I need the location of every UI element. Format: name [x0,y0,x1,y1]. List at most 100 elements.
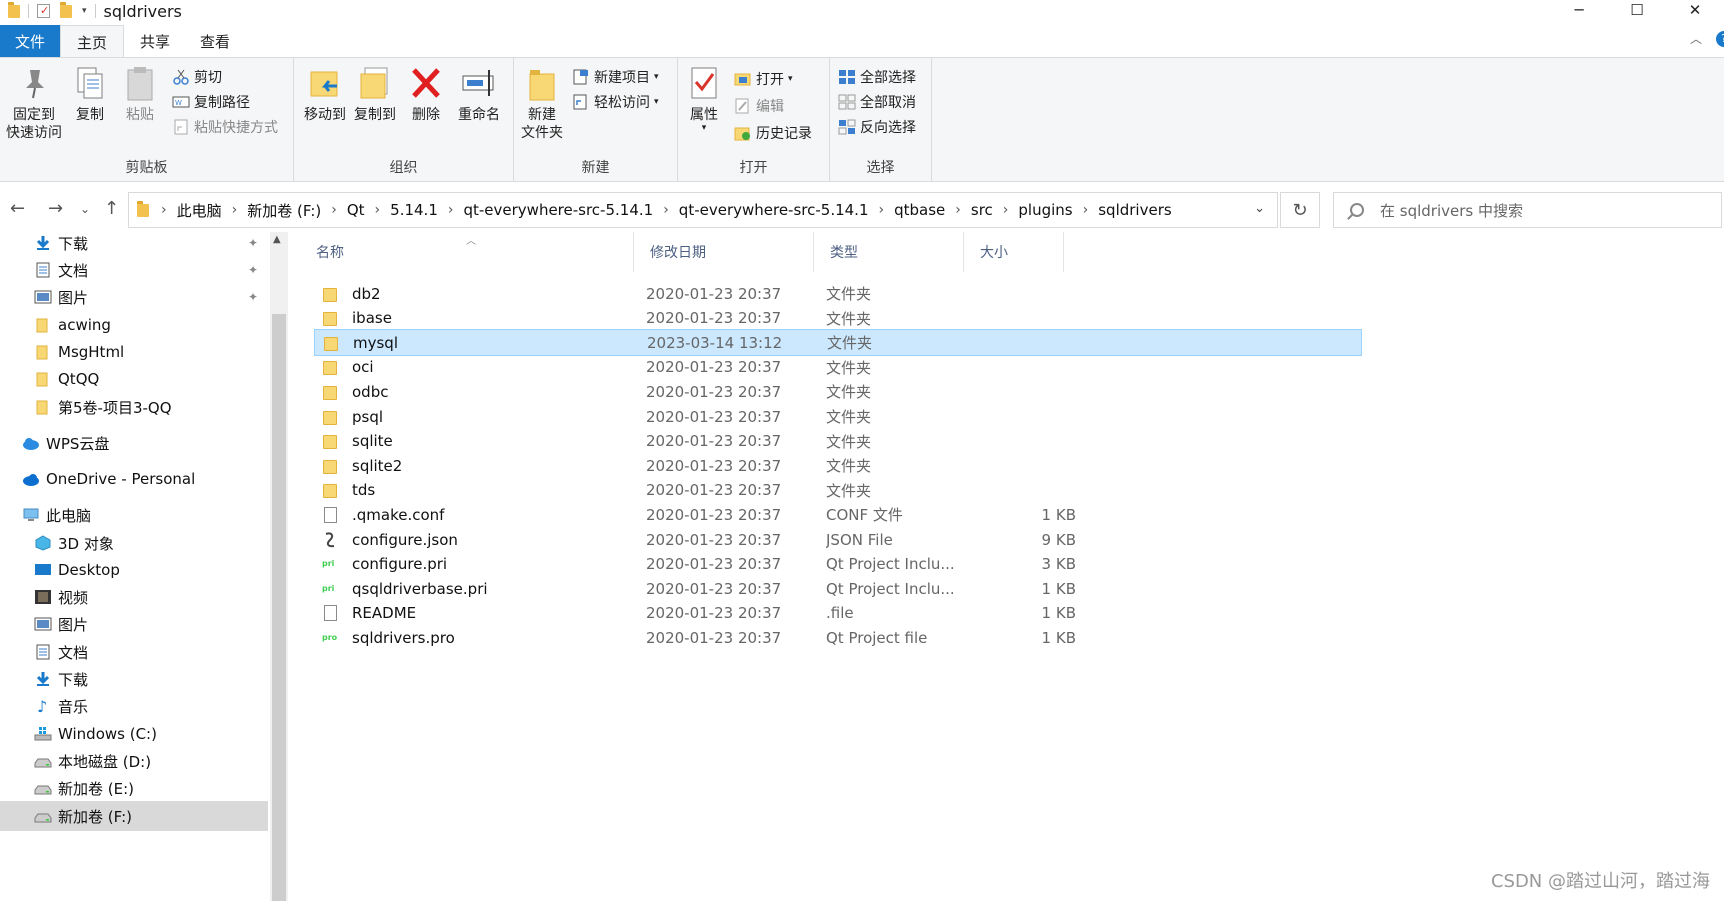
nav-item[interactable]: OneDrive - Personal [0,464,268,494]
customize-quick-access-icon[interactable]: ▾ [82,6,87,16]
chevron-right-icon[interactable]: › [1003,202,1009,218]
breadcrumb-sqldrivers[interactable]: sqldrivers [1098,201,1171,219]
chevron-right-icon[interactable]: › [448,202,454,218]
breadcrumb-src[interactable]: src [971,201,993,219]
file-row[interactable]: oci 2020-01-23 20:37 文件夹 [314,354,1362,381]
chevron-right-icon[interactable]: › [879,202,885,218]
address-bar[interactable]: › 此电脑 › 新加卷 (F:) › Qt › 5.14.1 › qt-ever… [128,192,1278,228]
edit-button[interactable]: 编辑 [734,95,784,117]
delete-button[interactable]: 删除 [406,64,446,124]
chevron-right-icon[interactable]: › [161,202,167,218]
invert-selection-button[interactable]: 反向选择 [838,116,916,138]
scrollbar-thumb[interactable] [272,314,286,901]
file-row[interactable]: sqlite2 2020-01-23 20:37 文件夹 [314,452,1362,479]
copy-to-button[interactable]: 复制到 [350,64,400,124]
nav-item[interactable]: QtQQ [0,364,268,394]
nav-item[interactable]: 此电脑 [0,500,268,530]
close-button[interactable]: ✕ [1666,0,1724,20]
minimize-button[interactable]: ─ [1550,0,1608,20]
refresh-button[interactable]: ↻ [1280,192,1320,228]
nav-item[interactable]: 图片 ✦ [0,282,268,312]
breadcrumb-this-pc[interactable]: 此电脑 [177,200,222,221]
file-row[interactable]: pri configure.pri 2020-01-23 20:37 Qt Proje… [314,551,1362,578]
nav-item[interactable]: WPS云盘 [0,428,268,458]
easy-access-button[interactable]: 轻松访问 ▾ [572,91,659,113]
collapse-ribbon-icon[interactable]: ︿ [1690,30,1702,47]
copy-button[interactable]: 复制 [70,64,110,124]
file-row[interactable]: README 2020-01-23 20:37 .file 1 KB [314,600,1362,627]
breadcrumb-qtbase[interactable]: qtbase [894,201,945,219]
nav-pane-scrollbar[interactable]: ▲ [270,232,288,901]
tab-view[interactable]: 查看 [186,25,244,58]
nav-item[interactable]: Windows (C:) [0,719,268,749]
chevron-right-icon[interactable]: › [331,202,337,218]
file-row[interactable]: sqlite 2020-01-23 20:37 文件夹 [314,428,1362,455]
rename-button[interactable]: 重命名 [454,64,504,124]
address-dropdown-icon[interactable]: ⌄ [1254,201,1265,216]
paste-shortcut-button[interactable]: 粘贴快捷方式 [172,116,278,138]
new-item-button[interactable]: 新建项目 ▾ [572,66,659,88]
nav-item[interactable]: 新加卷 (F:) [0,801,268,831]
file-row[interactable]: pri qsqldriverbase.pri 2020-01-23 20:37 Qt … [314,575,1362,602]
nav-item[interactable]: 视频 [0,582,268,612]
select-all-button[interactable]: 全部选择 [838,66,916,88]
nav-item[interactable]: 文档 [0,637,268,667]
nav-item[interactable]: Desktop [0,555,268,585]
nav-item[interactable]: acwing [0,310,268,340]
column-header-name[interactable]: 名称 ︿ [300,232,634,272]
column-header-date[interactable]: 修改日期 [634,232,814,272]
breadcrumb-plugins[interactable]: plugins [1018,201,1072,219]
tab-share[interactable]: 共享 [124,25,186,58]
breadcrumb-drive-f[interactable]: 新加卷 (F:) [247,200,321,221]
file-row[interactable]: ibase 2020-01-23 20:37 文件夹 [314,305,1362,332]
nav-item[interactable]: 新加卷 (E:) [0,773,268,803]
chevron-right-icon[interactable]: › [663,202,669,218]
file-row[interactable]: configure.json 2020-01-23 20:37 JSON File 9… [314,526,1362,553]
move-to-button[interactable]: 移动到 [300,64,350,124]
chevron-right-icon[interactable]: › [1083,202,1089,218]
nav-item[interactable]: 3D 对象 [0,528,268,558]
select-none-button[interactable]: 全部取消 [838,91,916,113]
breadcrumb-src-outer[interactable]: qt-everywhere-src-5.14.1 [463,201,653,219]
breadcrumb-qt[interactable]: Qt [347,201,365,219]
file-row[interactable]: mysql 2023-03-14 13:12 文件夹 [314,329,1362,357]
history-button[interactable]: 历史记录 [734,122,812,144]
tab-file[interactable]: 文件 [0,25,60,58]
cut-button[interactable]: 剪切 [172,66,222,88]
new-folder-quick-icon[interactable] [60,1,72,18]
back-arrow-icon[interactable]: ← [10,198,25,219]
tab-home[interactable]: 主页 [60,25,125,58]
nav-item[interactable]: MsgHtml [0,337,268,367]
chevron-right-icon[interactable]: › [232,202,238,218]
breadcrumb-src-inner[interactable]: qt-everywhere-src-5.14.1 [679,201,869,219]
chevron-right-icon[interactable]: › [955,202,961,218]
column-header-size[interactable]: 大小 [964,232,1064,272]
nav-item[interactable]: 图片 [0,609,268,639]
file-row[interactable]: db2 2020-01-23 20:37 文件夹 [314,280,1362,307]
file-row[interactable]: tds 2020-01-23 20:37 文件夹 [314,477,1362,504]
nav-item[interactable]: ♪ 音乐 [0,691,268,721]
recent-locations-chevron-icon[interactable]: ⌄ [80,202,90,216]
scroll-up-icon[interactable]: ▲ [273,234,281,245]
file-row[interactable]: psql 2020-01-23 20:37 文件夹 [314,403,1362,430]
file-row[interactable]: pro sqldrivers.pro 2020-01-23 20:37 Qt Proj… [314,624,1362,651]
file-row[interactable]: .qmake.conf 2020-01-23 20:37 CONF 文件 1 KB [314,501,1362,528]
paste-button[interactable]: 粘贴 [120,64,160,124]
copy-path-button[interactable]: W 复制路径 [172,91,250,113]
search-input[interactable]: 在 sqldrivers 中搜索 [1333,192,1722,228]
nav-item[interactable]: 下载 [0,664,268,694]
new-folder-button[interactable]: 新建 文件夹 [520,64,564,142]
nav-item[interactable]: 下载 ✦ [0,228,268,258]
help-icon[interactable]: ? [1716,30,1724,47]
nav-item[interactable]: 本地磁盘 (D:) [0,746,268,776]
up-arrow-icon[interactable]: ↑ [104,198,119,219]
nav-item[interactable]: 第5卷-项目3-QQ [0,392,268,422]
file-row[interactable]: odbc 2020-01-23 20:37 文件夹 [314,378,1362,405]
chevron-right-icon[interactable]: › [375,202,381,218]
open-button[interactable]: 打开 ▾ [734,68,793,90]
properties-quick-icon[interactable]: ✓ [37,4,50,18]
forward-arrow-icon[interactable]: → [48,198,63,219]
column-header-type[interactable]: 类型 [814,232,964,272]
maximize-button[interactable]: ☐ [1608,0,1666,20]
pin-to-quick-access-button[interactable]: 固定到 快速访问 [4,64,64,142]
